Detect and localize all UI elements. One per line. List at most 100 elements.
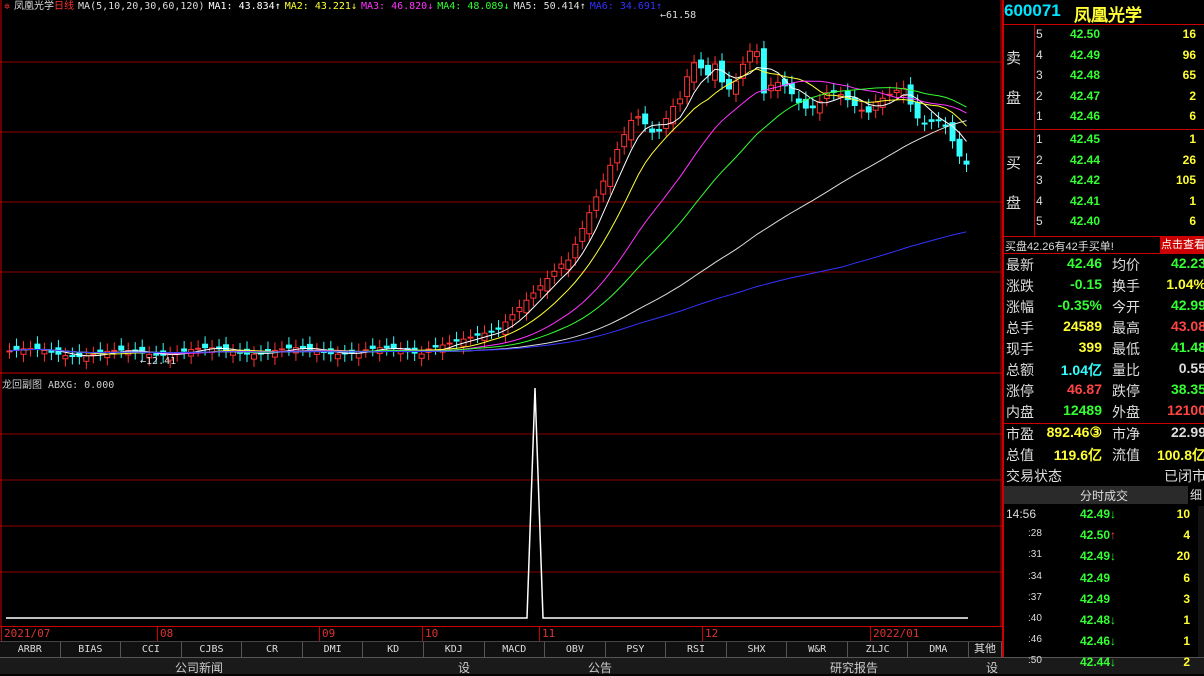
ticks-header: 分时成交 细: [1004, 486, 1204, 504]
tab-psy[interactable]: PSY: [606, 642, 667, 658]
tab-obv[interactable]: OBV: [545, 642, 606, 658]
bid-row[interactable]: 1 42.45 1: [1034, 132, 1204, 152]
quote-row: 最新 42.46 均价 42.23: [1006, 255, 1204, 273]
ma-line-2: [9, 68, 967, 355]
candle: [69, 354, 76, 358]
ask-row[interactable]: 4 42.49 96: [1034, 48, 1204, 68]
candle: [509, 314, 516, 321]
settings-button-1[interactable]: 设: [458, 659, 470, 676]
tab-kdj[interactable]: KDJ: [424, 642, 485, 658]
tab-announcement[interactable]: 公告: [588, 659, 612, 676]
candle: [118, 345, 125, 351]
candle: [278, 348, 285, 351]
buy-label: 买: [1006, 155, 1022, 172]
ma-line-6: [9, 231, 967, 354]
candle: [593, 196, 600, 211]
ma-value-4: MA4: 48.089↓: [437, 1, 510, 12]
candle: [691, 62, 698, 83]
tab-cci[interactable]: CCI: [121, 642, 182, 658]
indicator-subchart[interactable]: [0, 374, 1002, 626]
candle: [621, 134, 628, 148]
candle: [369, 345, 376, 349]
candle: [600, 180, 607, 195]
tab-bias[interactable]: BIAS: [61, 642, 122, 658]
candle: [502, 321, 509, 335]
candle: [565, 259, 572, 270]
candle: [62, 355, 69, 360]
ticks-scrollbar[interactable]: [1198, 506, 1204, 657]
bid-row[interactable]: 5 42.40 6: [1034, 214, 1204, 234]
settings-gear-icon[interactable]: ✲: [4, 1, 10, 12]
indicator-tabs: ARBR BIAS CCI CJBS CR DMI KD KDJ MACD OBV PSY RSI SH…: [0, 641, 1002, 658]
candle: [432, 345, 439, 348]
date-label: 12: [705, 627, 719, 640]
tab-shx[interactable]: SHX: [727, 642, 788, 658]
date-label: 10: [425, 627, 439, 640]
candle: [935, 119, 942, 122]
quote-row: 总额 1.04亿 量比 0.55: [1006, 360, 1204, 378]
candle: [809, 105, 816, 109]
candle: [649, 128, 656, 133]
candle: [34, 343, 41, 350]
date-axis: 2021/07 08 09 10 11 12 2022/01: [0, 626, 1002, 641]
tick-row: :31 42.49↓ 20: [1028, 549, 1190, 564]
tab-rsi[interactable]: RSI: [666, 642, 727, 658]
candle: [537, 285, 544, 291]
candle: [816, 101, 823, 114]
candle: [383, 345, 390, 349]
candle: [893, 89, 900, 94]
quote-panel: 600071 凤凰光学 卖 盘 5 42.50 16 4 42.49 96 3 42.48 65…: [1002, 0, 1204, 669]
candle: [579, 228, 586, 242]
ask-book: 卖 盘 5 42.50 16 4 42.49 96 3 42.48 65 2 42.47 2 1 42.4…: [1004, 24, 1204, 129]
tab-research-report[interactable]: 研究报告: [830, 659, 878, 676]
candle: [642, 113, 649, 125]
tab-dma[interactable]: DMA: [908, 642, 969, 658]
tab-[interactable]: 其他: [969, 642, 1002, 658]
tab-zljc[interactable]: ZLJC: [848, 642, 909, 658]
ask-row[interactable]: 5 42.50 16: [1034, 27, 1204, 47]
candle: [544, 278, 551, 292]
bid-row[interactable]: 2 42.44 26: [1034, 153, 1204, 173]
quote-row: 涨跌 -0.15 换手 1.04%: [1006, 276, 1204, 294]
tab-cjbs[interactable]: CJBS: [182, 642, 243, 658]
tab-kd[interactable]: KD: [363, 642, 424, 658]
candle: [285, 344, 292, 349]
date-label: 08: [160, 627, 174, 640]
detail-button[interactable]: 细: [1188, 486, 1204, 504]
date-label: 11: [542, 627, 556, 640]
tab-wr[interactable]: W&R: [787, 642, 848, 658]
kline-main-chart[interactable]: [0, 0, 1002, 374]
ask-row[interactable]: 2 42.47 2: [1034, 89, 1204, 109]
tab-company-news[interactable]: 公司新闻: [175, 659, 223, 676]
candle: [656, 129, 663, 132]
candle: [13, 345, 20, 351]
tab-ticks[interactable]: 分时成交: [1080, 487, 1128, 504]
candle: [963, 160, 970, 165]
tab-cr[interactable]: CR: [242, 642, 303, 658]
view-button[interactable]: 点击查看: [1160, 237, 1204, 253]
trade-status-row: 交易状态 已闭市: [1006, 468, 1204, 484]
abxg-line: [6, 387, 968, 619]
ma-value-6: MA6: 34.691↑: [589, 1, 662, 12]
high-price-marker: ←61.58: [660, 10, 697, 21]
quote-row: 现手 399 最低 41.48: [1006, 339, 1204, 357]
candle: [551, 270, 558, 277]
settings-button-2[interactable]: 设: [986, 659, 998, 676]
bid-row[interactable]: 3 42.42 105: [1034, 173, 1204, 193]
ma-params: MA(5,10,20,30,60,120): [78, 1, 205, 12]
bid-row[interactable]: 4 42.41 1: [1034, 194, 1204, 214]
stock-title: 凤凰光学: [14, 1, 55, 12]
candle: [202, 343, 209, 349]
candle: [712, 63, 719, 81]
tab-arbr[interactable]: ARBR: [0, 642, 61, 658]
kline-chart-area[interactable]: ✲ 凤凰光学日线 MA(5,10,20,30,60,120) MA1: 43.834↑…: [0, 0, 1002, 673]
bid-book: 买 盘 1 42.45 1 2 42.44 26 3 42.42 105 4 42.41 1 5 42.4…: [1004, 129, 1204, 236]
tab-dmi[interactable]: DMI: [303, 642, 364, 658]
candle: [453, 339, 460, 342]
ask-row[interactable]: 3 42.48 65: [1034, 68, 1204, 88]
candle: [572, 243, 579, 259]
candle: [355, 350, 362, 359]
tab-macd[interactable]: MACD: [485, 642, 546, 658]
notice-text: 买盘42.26有42手买单!: [1005, 241, 1114, 253]
ask-row[interactable]: 1 42.46 6: [1034, 109, 1204, 129]
